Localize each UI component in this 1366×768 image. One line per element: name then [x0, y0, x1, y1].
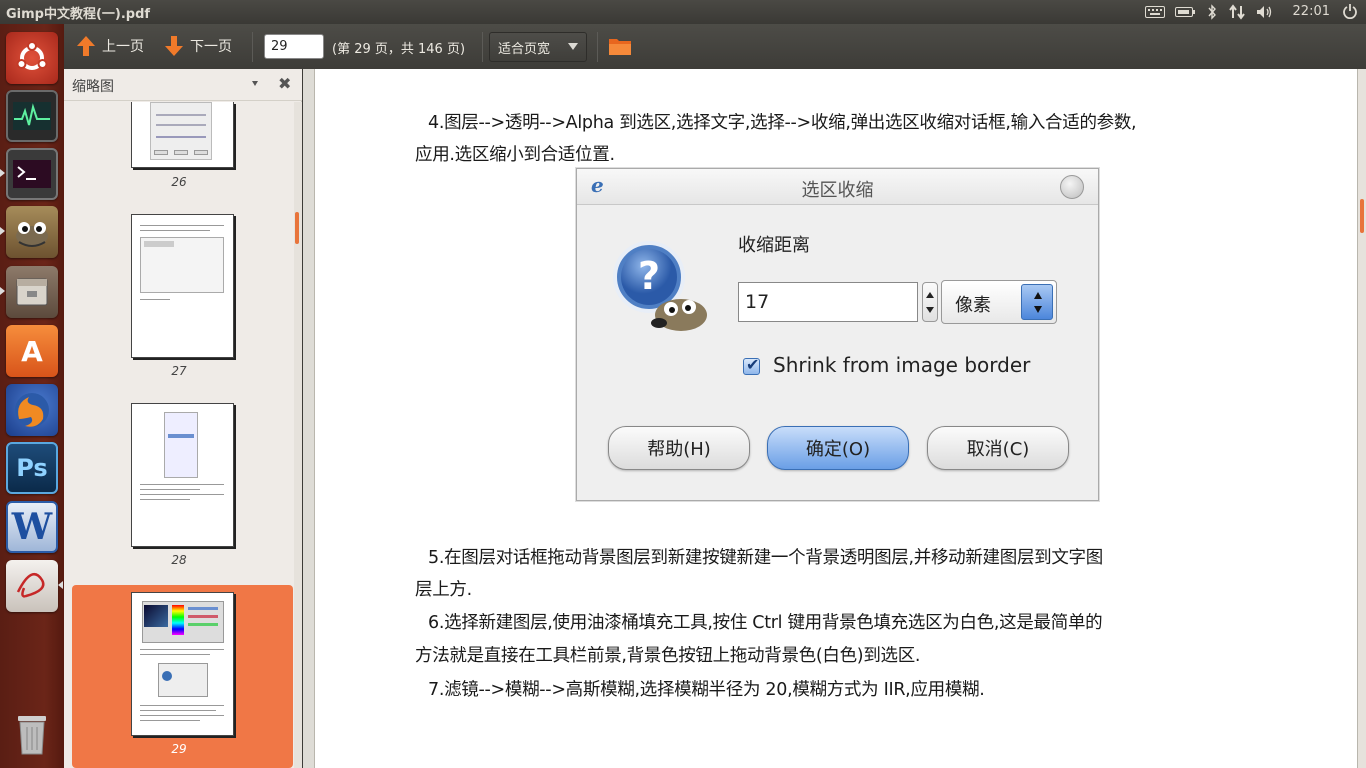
active-indicator [58, 581, 63, 589]
dialog-titlebar: e 选区收缩 [577, 169, 1098, 205]
paragraph-5-line-2: 层上方. [415, 580, 472, 600]
page-number-input[interactable] [264, 34, 324, 59]
firefox-icon[interactable] [6, 384, 58, 436]
battery-icon[interactable] [1174, 3, 1196, 21]
help-button-image: 帮助(H) [608, 426, 750, 470]
spin-arrows-icon [922, 282, 938, 322]
trash-icon[interactable] [6, 708, 58, 760]
shrink-distance-value: 17 [738, 282, 918, 322]
scrollbar-thumb[interactable] [1360, 199, 1364, 233]
running-indicator [0, 287, 5, 295]
thumbnail-page[interactable] [131, 102, 234, 168]
network-icon[interactable] [1226, 3, 1248, 21]
bluetooth-icon[interactable] [1204, 3, 1220, 21]
paragraph-4-line-2: 应用.选区缩小到合适位置. [415, 145, 615, 165]
photoshop-letters: Ps [16, 454, 48, 482]
dialog-title: 选区收缩 [801, 180, 874, 201]
close-icon [1060, 175, 1084, 199]
checkmark-icon: ✔ [746, 355, 760, 374]
chevron-down-icon [568, 43, 578, 50]
software-center-icon[interactable]: A [6, 325, 58, 377]
shrink-border-checkbox: ✔ [743, 355, 760, 375]
sidebar-scrollbar[interactable] [294, 102, 302, 768]
document-scrollbar[interactable] [1358, 69, 1366, 768]
folder-icon [609, 39, 631, 55]
thumbnail-label: 29 [171, 742, 187, 756]
document-page[interactable]: 4.图层-->透明-->Alpha 到选区,选择文字,选择-->收缩,弹出选区收… [314, 69, 1358, 768]
thumbnail-label: 28 [171, 553, 187, 567]
clock[interactable]: 22:01 [1293, 4, 1330, 19]
thumbnail-page[interactable] [131, 403, 234, 547]
shrink-border-label: Shrink from image border [773, 353, 1031, 377]
thumbnail-label: 26 [171, 175, 187, 189]
question-gimp-icon: ? [611, 239, 711, 339]
shrink-selection-dialog-image: e 选区收缩 ? 收缩距离 17 像素 ✔ Shrink from image … [576, 168, 1099, 501]
shrink-distance-label: 收缩距离 [738, 235, 810, 256]
next-page-label: 下一页 [190, 39, 232, 55]
wps-writer-icon[interactable]: W [6, 501, 58, 553]
sidebar-header: 缩略图 ✖ [64, 69, 302, 101]
sidebar-title: 缩略图 [72, 79, 114, 95]
volume-icon[interactable] [1254, 3, 1276, 21]
next-page-button[interactable]: 下一页 [164, 34, 232, 58]
thumbnail-page[interactable] [131, 214, 234, 358]
toolbar-separator [597, 32, 598, 62]
thumbnail-page-current[interactable] [131, 592, 234, 736]
keyboard-icon[interactable] [1144, 3, 1166, 21]
wps-writer-letter: W [11, 506, 53, 548]
thumbnail-sidebar: 缩略图 ✖ 26 27 28 29 [64, 69, 302, 768]
software-center-letter: A [21, 334, 43, 368]
unit-value: 像素 [955, 295, 991, 316]
top-panel: Gimp中文教程(一).pdf 22:01 [0, 0, 1366, 24]
launcher: A Ps W [0, 24, 64, 768]
system-monitor-icon[interactable] [6, 90, 58, 142]
thumbnail-label: 27 [171, 364, 187, 378]
prev-page-button[interactable]: 上一页 [76, 34, 144, 58]
gimp-icon[interactable] [6, 206, 58, 258]
photoshop-icon[interactable]: Ps [6, 442, 58, 494]
up-down-arrows-icon [1021, 284, 1053, 320]
running-indicator [0, 227, 5, 235]
toolbar-separator [482, 32, 483, 62]
paragraph-5-line-1: 5.在图层对话框拖动背景图层到新建按键新建一个背景透明图层,并移动新建图层到文字… [428, 548, 1103, 568]
window-title: Gimp中文教程(一).pdf [6, 7, 151, 22]
close-icon[interactable]: ✖ [278, 74, 291, 93]
paragraph-6-line-1: 6.选择新建图层,使用油漆桶填充工具,按住 Ctrl 键用背景色填充选区为白色,… [428, 613, 1103, 633]
toolbar-separator [252, 32, 253, 62]
running-indicator [0, 169, 5, 177]
scrollbar-thumb[interactable] [295, 212, 299, 244]
toolbar: 上一页 下一页 (第 29 页，共 146 页) 适合页宽 [64, 24, 1366, 69]
cancel-button-image: 取消(C) [927, 426, 1069, 470]
power-icon[interactable] [1342, 3, 1358, 23]
zoom-label: 适合页宽 [498, 41, 551, 57]
prev-page-label: 上一页 [102, 39, 144, 55]
chevron-down-icon[interactable] [252, 81, 258, 86]
ubuntu-dash-icon[interactable] [6, 32, 58, 84]
unit-combo: 像素 [941, 280, 1057, 324]
terminal-icon[interactable] [6, 148, 58, 200]
zoom-select[interactable]: 适合页宽 [489, 32, 587, 62]
arrow-down-icon [164, 35, 184, 57]
files-icon[interactable] [6, 266, 58, 318]
svg-text:?: ? [638, 254, 660, 298]
ok-button-image: 确定(O) [767, 426, 909, 470]
open-folder-button[interactable] [608, 36, 632, 56]
paragraph-7: 7.滤镜-->模糊-->高斯模糊,选择模糊半径为 20,模糊方式为 IIR,应用… [428, 680, 985, 700]
pdf-reader-icon[interactable] [6, 560, 58, 612]
arrow-up-icon [76, 35, 96, 57]
page-count: (第 29 页，共 146 页) [332, 42, 466, 57]
thumbnail-list[interactable]: 26 27 28 29 [64, 102, 294, 768]
paragraph-6-line-2: 方法就是直接在工具栏前景,背景色按钮上拖动背景色(白色)到选区. [415, 646, 921, 666]
paragraph-4-line-1: 4.图层-->透明-->Alpha 到选区,选择文字,选择-->收缩,弹出选区收… [428, 113, 1137, 133]
